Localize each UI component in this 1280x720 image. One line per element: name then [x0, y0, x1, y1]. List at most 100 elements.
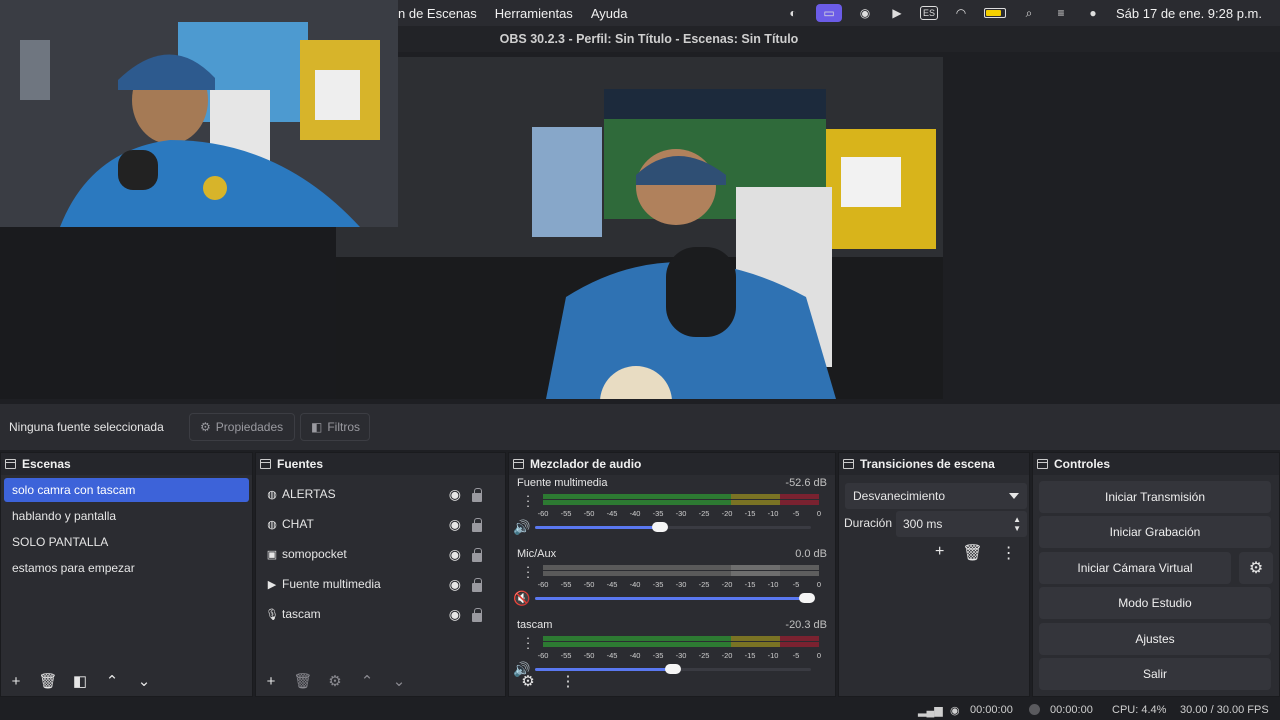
source-label: Fuente multimedia — [282, 577, 381, 591]
visibility-eye-icon[interactable]: ◉ — [449, 606, 461, 623]
siri-icon[interactable]: ● — [1084, 6, 1102, 20]
visibility-eye-icon[interactable]: ◉ — [449, 546, 461, 563]
add-source-icon[interactable]: + — [262, 672, 280, 690]
source-item[interactable]: ▶ Fuente multimedia ◉ — [256, 569, 505, 599]
channel-db: -52.6 dB — [785, 477, 827, 489]
move-down-icon[interactable]: ⌄ — [135, 672, 153, 690]
meter-tick-label: 0 — [816, 651, 822, 660]
scene-item[interactable]: hablando y pantalla — [4, 504, 249, 528]
transition-select[interactable]: Desvanecimiento — [845, 483, 1027, 509]
remove-scene-icon[interactable]: 🗑 — [38, 672, 57, 690]
volume-fill — [535, 526, 660, 529]
app-menus: n de Escenas Herramientas Ayuda — [398, 0, 627, 26]
input-source-icon[interactable]: ES — [920, 6, 938, 20]
lock-icon[interactable] — [472, 608, 482, 622]
add-scene-icon[interactable]: + — [7, 672, 25, 690]
channel-menu-icon[interactable]: · · · — [523, 489, 533, 512]
mixer-toolbar: ⚙ ⋮ — [509, 666, 835, 696]
source-properties-icon[interactable]: ⚙ — [326, 672, 344, 690]
start-recording-button[interactable]: Iniciar Grabación — [1039, 516, 1271, 548]
settings-button[interactable]: Ajustes — [1039, 623, 1271, 655]
play-tray-icon[interactable]: ▶ — [888, 6, 906, 20]
lock-icon[interactable] — [472, 548, 482, 562]
meter-tick-label: -5 — [792, 509, 800, 518]
menu-help[interactable]: Ayuda — [591, 6, 628, 21]
meter-tick-label: -60 — [537, 509, 549, 518]
visibility-eye-icon[interactable]: ◉ — [449, 576, 461, 593]
meter-tick-label: -30 — [675, 651, 687, 660]
stream-time: 00:00:00 — [970, 704, 1013, 716]
menu-tools[interactable]: Herramientas — [495, 6, 573, 21]
volume-thumb[interactable] — [652, 522, 668, 532]
scene-item[interactable]: estamos para empezar — [4, 556, 249, 580]
move-up-icon[interactable]: ⌃ — [103, 672, 121, 690]
visibility-eye-icon[interactable]: ◉ — [449, 486, 461, 503]
meter-tick-label: -35 — [652, 651, 664, 660]
meter-tick-label: -25 — [698, 651, 710, 660]
stepper-icon[interactable]: ▲ ▼ — [1013, 515, 1021, 533]
menu-scene-collection[interactable]: n de Escenas — [398, 6, 477, 21]
volume-slider[interactable] — [535, 522, 811, 532]
meter-tick-label: -35 — [652, 580, 664, 589]
meter-tick-label: -40 — [629, 509, 641, 518]
volume-meter — [543, 636, 819, 649]
control-center-icon[interactable]: ≡ — [1052, 6, 1070, 20]
lock-icon[interactable] — [472, 518, 482, 532]
filters-label: Filtros — [327, 420, 361, 434]
source-item[interactable]: ◍ CHAT ◉ — [256, 509, 505, 539]
screen-record-icon[interactable]: ▭ — [816, 4, 842, 22]
meter-tick-label: -40 — [629, 651, 641, 660]
mixer-menu-icon[interactable]: ⋮ — [559, 672, 577, 690]
remove-source-icon[interactable]: 🗑 — [293, 672, 312, 690]
volume-thumb[interactable] — [799, 593, 815, 603]
battery-icon[interactable] — [984, 8, 1006, 18]
source-context-bar: Ninguna fuente seleccionada ⚙ Propiedade… — [0, 404, 1280, 450]
remove-transition-icon[interactable]: 🗑 — [962, 543, 982, 563]
channel-menu-icon[interactable]: · · · — [523, 560, 533, 583]
meter-tick-label: 0 — [816, 509, 822, 518]
meter-tick-label: -45 — [606, 509, 618, 518]
visibility-eye-icon[interactable]: ◉ — [449, 516, 461, 533]
menubar-clock[interactable]: Sáb 17 de ene. 9:28 p.m. — [1116, 6, 1262, 21]
start-virtual-camera-button[interactable]: Iniciar Cámara Virtual — [1039, 552, 1231, 584]
exit-button[interactable]: Salir — [1039, 658, 1271, 690]
mixer-channel: Mic/Aux 0.0 dB · · · -60 -55 -50 -45 -40 -35 -30… — [509, 546, 835, 617]
meter-tick-label: -50 — [583, 580, 595, 589]
spotlight-search-icon[interactable]: ⌕ — [1020, 6, 1038, 20]
move-down-icon[interactable]: ⌄ — [390, 672, 408, 690]
lock-icon[interactable] — [472, 578, 482, 592]
channel-menu-icon[interactable]: · · · — [523, 631, 533, 654]
source-item[interactable]: ◍ ALERTAS ◉ — [256, 479, 505, 509]
focus-icon[interactable]: ◐ — [784, 6, 802, 20]
advanced-audio-icon[interactable]: ⚙ — [519, 672, 537, 690]
properties-button[interactable]: ⚙ Propiedades — [189, 413, 295, 441]
speaker-icon[interactable]: 🔊 — [513, 519, 531, 535]
add-transition-icon[interactable]: + — [935, 543, 944, 563]
volume-slider[interactable] — [535, 593, 815, 603]
obs-tray-icon[interactable]: ◉ — [856, 6, 874, 20]
start-streaming-button[interactable]: Iniciar Transmisión — [1039, 481, 1271, 513]
studio-mode-button[interactable]: Modo Estudio — [1039, 587, 1271, 619]
transition-menu-icon[interactable]: ⋮ — [1001, 543, 1017, 563]
meter-tick-label: -10 — [767, 580, 779, 589]
source-label: CHAT — [282, 517, 314, 531]
filters-button[interactable]: ◧ Filtros — [300, 413, 370, 441]
source-item[interactable]: 🎙 tascam ◉ — [256, 599, 505, 629]
virtual-camera-settings-button[interactable]: ⚙ — [1239, 552, 1273, 584]
scene-item[interactable]: solo camra con tascam — [4, 478, 249, 502]
scenes-title: Escenas — [22, 457, 71, 471]
transitions-dock: Transiciones de escena Desvanecimiento D… — [838, 452, 1030, 697]
sources-toolbar: + 🗑 ⚙ ⌃ ⌄ — [256, 666, 505, 696]
move-up-icon[interactable]: ⌃ — [358, 672, 376, 690]
muted-speaker-icon[interactable]: 🔇 — [513, 590, 531, 606]
meter-tick-label: -5 — [792, 580, 800, 589]
duration-input[interactable]: 300 ms ▲ ▼ — [896, 511, 1027, 537]
meter-tick-label: -25 — [698, 509, 710, 518]
scene-item[interactable]: SOLO PANTALLA — [4, 530, 249, 554]
meter-tick-label: -15 — [744, 580, 756, 589]
source-item[interactable]: ▣ somopocket ◉ — [256, 539, 505, 569]
lock-icon[interactable] — [472, 488, 482, 502]
scene-preview-video[interactable] — [336, 57, 943, 399]
scene-filters-icon[interactable]: ◧ — [71, 672, 89, 690]
wifi-icon[interactable]: ◠ — [952, 6, 970, 20]
